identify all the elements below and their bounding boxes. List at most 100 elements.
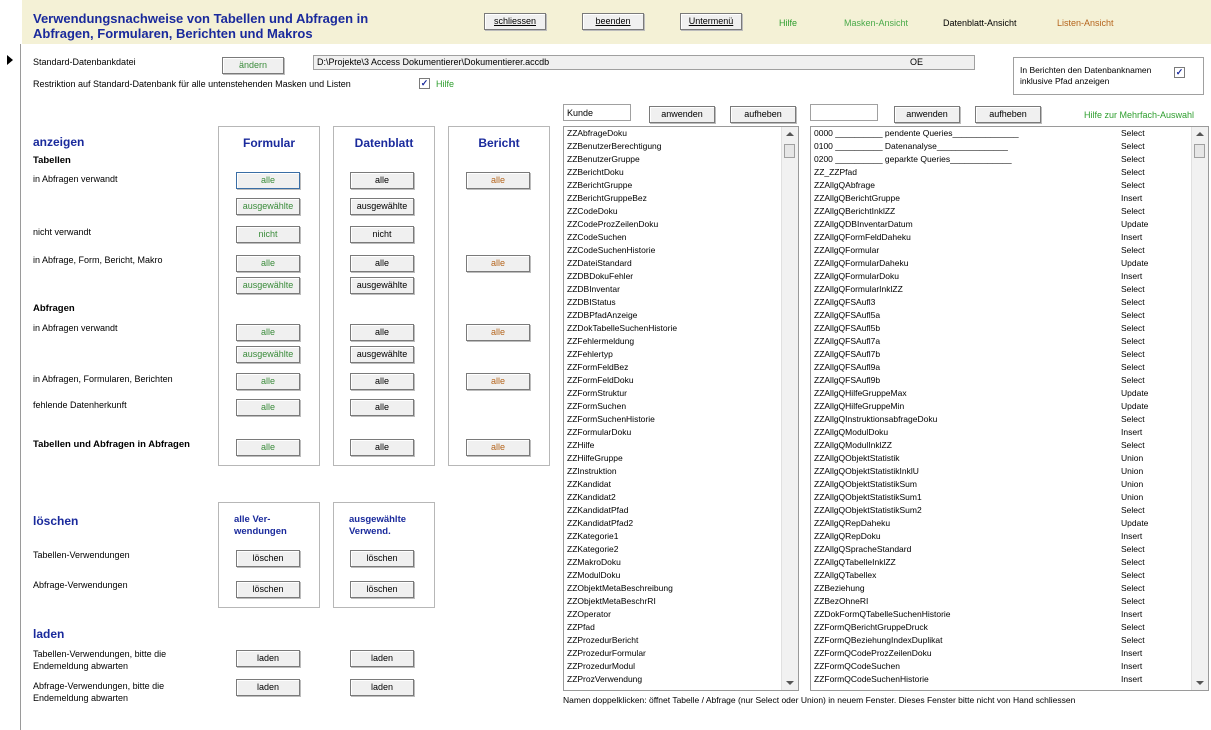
table-list-item[interactable]: ZZCodeDoku [564, 205, 798, 218]
table-list-item[interactable]: ZZMakroDoku [564, 556, 798, 569]
query-list-item[interactable]: ZZAllgQModulDoku Insert [811, 426, 1208, 439]
scroll-up-icon[interactable] [786, 132, 794, 136]
query-list-item[interactable]: ZZAllgQFSAufl7b Select [811, 348, 1208, 361]
table-list-item[interactable]: ZZModulDoku [564, 569, 798, 582]
datenblatt-abf-ausgewaehlte-button[interactable]: ausgewählte [350, 346, 414, 363]
right-reset-button[interactable]: aufheben [975, 106, 1041, 123]
datenblatt-tab-ausgewaehlte-button[interactable]: ausgewählte [350, 198, 414, 215]
scroll-thumb[interactable] [1194, 144, 1205, 158]
query-list-item[interactable]: ZZAllgQRepDaheku Update [811, 517, 1208, 530]
left-apply-button[interactable]: anwenden [649, 106, 715, 123]
query-list-item[interactable]: ZZAllgQFSAufl5b Select [811, 322, 1208, 335]
query-list-item[interactable]: ZZ_ZZPfad Select [811, 166, 1208, 179]
table-list-item[interactable]: ZZCodeSuchen [564, 231, 798, 244]
formular-abf-ausgewaehlte-button[interactable]: ausgewählte [236, 346, 300, 363]
restriction-checkbox[interactable]: ✓ [419, 78, 430, 89]
right-apply-button[interactable]: anwenden [894, 106, 960, 123]
record-selector[interactable] [0, 44, 21, 730]
table-list-item[interactable]: ZZKandidat [564, 478, 798, 491]
table-list-item[interactable]: ZZDokTabelleSuchenHistorie [564, 322, 798, 335]
query-list-item[interactable]: ZZAllgQObjektStatistik Union [811, 452, 1208, 465]
query-list-item[interactable]: ZZFormQCodeProzZeilenDoku Insert [811, 647, 1208, 660]
formular-abf-alle-button[interactable]: alle [236, 324, 300, 341]
table-list-item[interactable]: ZZProzedurFormular [564, 647, 798, 660]
bericht-tab-afbm-alle-button[interactable]: alle [466, 255, 530, 272]
query-list-item[interactable]: ZZFormQBerichtGruppeDruck Select [811, 621, 1208, 634]
table-list-item[interactable]: ZZKandidat2 [564, 491, 798, 504]
query-list-item[interactable]: ZZAllgQFormularInklZZ Select [811, 283, 1208, 296]
queries-listbox[interactable]: 0000 __________ pendente Queries________… [810, 126, 1209, 691]
query-list-item[interactable]: ZZAllgQAbfrage Select [811, 179, 1208, 192]
untermenue-button[interactable]: Untermenü [680, 13, 742, 30]
table-list-item[interactable]: ZZBenutzerGruppe [564, 153, 798, 166]
table-list-item[interactable]: ZZFormSuchenHistorie [564, 413, 798, 426]
table-list-item[interactable]: ZZKategorie1 [564, 530, 798, 543]
datenblatt-tab-nicht-button[interactable]: nicht [350, 226, 414, 243]
formular-tab-nicht-button[interactable]: nicht [236, 226, 300, 243]
datenblatt-fehlende-alle-button[interactable]: alle [350, 399, 414, 416]
loeschen-tab-alle-button[interactable]: löschen [236, 550, 300, 567]
scroll-down-icon[interactable] [786, 681, 794, 685]
table-list-item[interactable]: ZZInstruktion [564, 465, 798, 478]
laden-abf-ausg-button[interactable]: laden [350, 679, 414, 696]
left-reset-button[interactable]: aufheben [730, 106, 796, 123]
table-list-item[interactable]: ZZKategorie2 [564, 543, 798, 556]
table-list-item[interactable]: ZZFormFeldBez [564, 361, 798, 374]
query-list-item[interactable]: ZZAllgQObjektStatistikSum2 Select [811, 504, 1208, 517]
table-list-item[interactable]: ZZDBIStatus [564, 296, 798, 309]
table-list-item[interactable]: ZZAbfrageDoku [564, 127, 798, 140]
bericht-tab-alle-button[interactable]: alle [466, 172, 530, 189]
query-list-item[interactable]: ZZFormQCodeSuchen Insert [811, 660, 1208, 673]
table-list-item[interactable]: ZZFormSuchen [564, 400, 798, 413]
table-list-item[interactable]: ZZProzVerwendung [564, 673, 798, 686]
formular-tab-alle-button[interactable]: alle [236, 172, 300, 189]
query-list-item[interactable]: ZZAllgQHilfeGruppeMin Update [811, 400, 1208, 413]
table-list-item[interactable]: ZZOperator [564, 608, 798, 621]
restriction-hilfe-link[interactable]: Hilfe [436, 79, 454, 89]
query-list-item[interactable]: ZZAllgQObjektStatistikSum Union [811, 478, 1208, 491]
table-list-item[interactable]: ZZObjektMetaBeschreibung [564, 582, 798, 595]
table-list-item[interactable]: ZZFehlertyp [564, 348, 798, 361]
bericht-abf-alle-button[interactable]: alle [466, 324, 530, 341]
formular-tab-ausgewaehlte-button[interactable]: ausgewählte [236, 198, 300, 215]
datenblatt-abf-alle-button[interactable]: alle [350, 324, 414, 341]
formular-tab-afbm-alle-button[interactable]: alle [236, 255, 300, 272]
beenden-button[interactable]: beenden [582, 13, 644, 30]
laden-tab-alle-button[interactable]: laden [236, 650, 300, 667]
aendern-button[interactable]: ändern [222, 57, 284, 74]
table-list-item[interactable]: ZZBerichtGruppe [564, 179, 798, 192]
queries-scrollbar[interactable] [1191, 127, 1208, 690]
formular-tab-afbm-ausgewaehlte-button[interactable]: ausgewählte [236, 277, 300, 294]
query-list-item[interactable]: ZZAllgQDBInventarDatum Update [811, 218, 1208, 231]
table-list-item[interactable]: ZZBerichtDoku [564, 166, 798, 179]
query-list-item[interactable]: ZZFormQCodeSuchenHistorie Insert [811, 673, 1208, 686]
datenblatt-abf-afb-alle-button[interactable]: alle [350, 373, 414, 390]
query-list-item[interactable]: ZZAllgQModulInklZZ Select [811, 439, 1208, 452]
query-list-item[interactable]: ZZAllgQBerichtGruppe Insert [811, 192, 1208, 205]
table-list-item[interactable]: ZZDateiStandard [564, 257, 798, 270]
query-list-item[interactable]: ZZAllgQHilfeGruppeMax Update [811, 387, 1208, 400]
query-list-item[interactable]: ZZAllgQSpracheStandard Select [811, 543, 1208, 556]
tables-listbox[interactable]: ZZAbfrageDoku ZZBenutzerBerechtigung ZZBen… [563, 126, 799, 691]
query-list-item[interactable]: ZZAllgQFormular Select [811, 244, 1208, 257]
query-list-item[interactable]: ZZAllgQObjektStatistikInklU Union [811, 465, 1208, 478]
listen-ansicht-link[interactable]: Listen-Ansicht [1057, 18, 1114, 28]
table-list-item[interactable]: ZZFehlermeldung [564, 335, 798, 348]
loeschen-abf-ausg-button[interactable]: löschen [350, 581, 414, 598]
hilfe-link[interactable]: Hilfe [779, 18, 797, 28]
query-list-item[interactable]: ZZBeziehung Select [811, 582, 1208, 595]
query-list-item[interactable]: ZZAllgQFSAufl9b Select [811, 374, 1208, 387]
table-list-item[interactable]: ZZBenutzerBerechtigung [564, 140, 798, 153]
table-list-item[interactable]: ZZFormularDoku [564, 426, 798, 439]
datenblatt-tab-afbm-ausgewaehlte-button[interactable]: ausgewählte [350, 277, 414, 294]
table-list-item[interactable]: ZZFormStruktur [564, 387, 798, 400]
mehrfach-hilfe-link[interactable]: Hilfe zur Mehrfach-Auswahl [1084, 110, 1194, 120]
query-list-item[interactable]: ZZAllgQTabellex Select [811, 569, 1208, 582]
formular-tab-und-abf-alle-button[interactable]: alle [236, 439, 300, 456]
masken-ansicht-link[interactable]: Masken-Ansicht [844, 18, 908, 28]
datenblatt-ansicht-link[interactable]: Datenblatt-Ansicht [943, 18, 1017, 28]
query-list-item[interactable]: 0200 __________ geparkte Queries________… [811, 153, 1208, 166]
laden-abf-alle-button[interactable]: laden [236, 679, 300, 696]
query-list-item[interactable]: ZZBezOhneRI Select [811, 595, 1208, 608]
scroll-down-icon[interactable] [1196, 681, 1204, 685]
